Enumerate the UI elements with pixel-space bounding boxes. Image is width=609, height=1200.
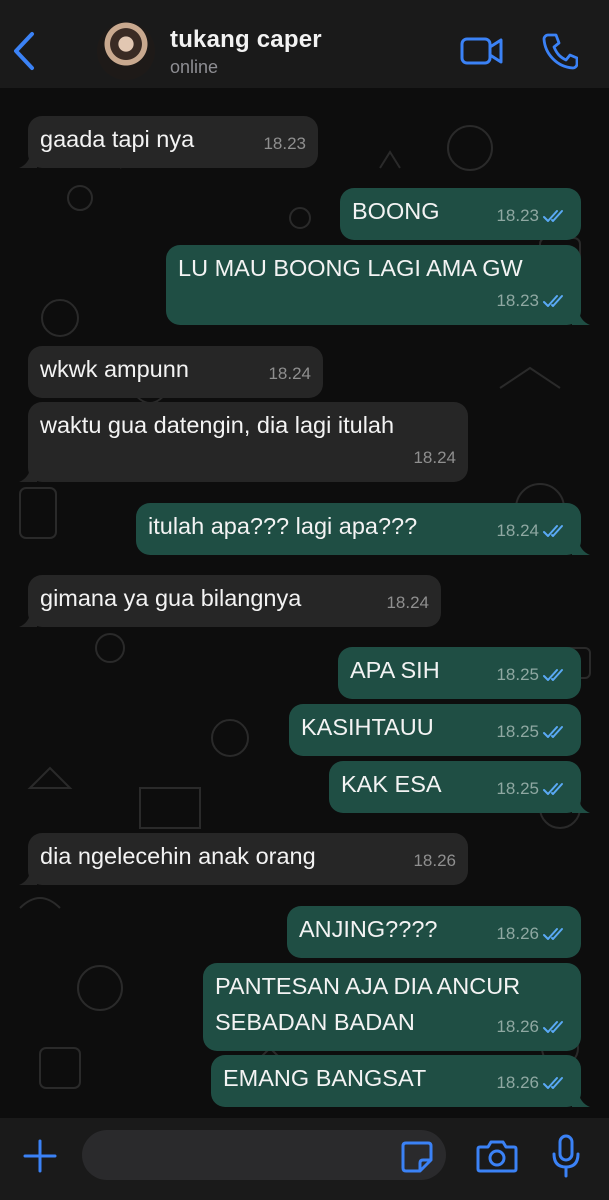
message-text: dia ngelecehin anak orang (40, 843, 316, 869)
message-meta: 18.23 (496, 283, 569, 319)
outgoing-message[interactable]: KASIHTAUU 18.25 (289, 704, 581, 756)
message-list[interactable]: gaada tapi nya 18.23 BOONG 18.23 LU MAU BOON… (0, 88, 609, 1118)
message-text: LU MAU BOONG LAGI AMA GW (178, 255, 523, 281)
message-time: 18.25 (496, 665, 539, 684)
read-ticks-icon (543, 783, 563, 795)
message-time: 18.24 (268, 364, 311, 383)
message-time: 18.26 (496, 1073, 539, 1092)
avatar[interactable] (97, 22, 155, 80)
message-meta: 18.26 (413, 843, 456, 879)
message-time: 18.26 (496, 924, 539, 943)
message-time: 18.23 (496, 206, 539, 225)
message-meta: 18.24 (413, 440, 456, 476)
back-icon[interactable] (10, 30, 40, 72)
message-time: 18.24 (413, 448, 456, 467)
message-meta: 18.26 (496, 1009, 569, 1045)
message-input[interactable] (82, 1130, 446, 1180)
outgoing-message[interactable]: ANJING???? 18.26 (287, 906, 581, 958)
message-time: 18.24 (496, 521, 539, 540)
message-time: 18.23 (263, 134, 306, 153)
contact-status: online (170, 57, 219, 77)
read-ticks-icon (543, 295, 563, 307)
read-ticks-icon (543, 525, 563, 537)
read-ticks-icon (543, 1077, 563, 1089)
bubble-tail (572, 309, 590, 325)
contact-name[interactable]: tukang caper (170, 26, 322, 54)
outgoing-message[interactable]: LU MAU BOONG LAGI AMA GW 18.23 (166, 245, 590, 325)
read-ticks-icon (543, 726, 563, 738)
message-meta: 18.25 (496, 657, 569, 693)
message-meta: 18.23 (496, 198, 569, 234)
message-time: 18.25 (496, 779, 539, 798)
message-meta: 18.26 (496, 916, 569, 952)
message-time: 18.26 (496, 1017, 539, 1036)
bubble-tail (572, 1091, 590, 1107)
read-ticks-icon (543, 669, 563, 681)
composer-bar (0, 1118, 609, 1200)
message-meta: 18.23 (263, 126, 306, 162)
camera-icon[interactable] (476, 1138, 518, 1174)
message-meta: 18.24 (496, 513, 569, 549)
bubble-tail (19, 152, 37, 168)
bubble-tail (572, 797, 590, 813)
message-text: waktu gua datengin, dia lagi itulah (40, 412, 395, 438)
bubble-tail (19, 869, 37, 885)
sticker-icon[interactable] (400, 1140, 434, 1174)
microphone-icon[interactable] (550, 1134, 582, 1178)
message-meta: 18.24 (268, 356, 311, 392)
outgoing-message[interactable]: KAK ESA 18.25 (329, 761, 590, 813)
bubble-tail (572, 539, 590, 555)
outgoing-message[interactable]: BOONG 18.23 (340, 188, 581, 240)
read-ticks-icon (543, 210, 563, 222)
outgoing-message[interactable]: APA SIH 18.25 (338, 647, 581, 699)
incoming-message[interactable]: wkwk ampunn 18.24 (28, 346, 323, 398)
incoming-message[interactable]: waktu gua datengin, dia lagi itulah 18.24 (19, 402, 468, 482)
read-ticks-icon (543, 928, 563, 940)
message-time: 18.24 (386, 593, 429, 612)
read-ticks-icon (543, 1021, 563, 1033)
chat-header: tukang caper online (0, 0, 609, 88)
message-time: 18.26 (413, 851, 456, 870)
message-meta: 18.24 (386, 585, 429, 621)
bubble-tail (19, 611, 37, 627)
video-call-icon[interactable] (460, 34, 504, 68)
incoming-message[interactable]: gaada tapi nya 18.23 (19, 116, 318, 168)
outgoing-message[interactable]: EMANG BANGSAT 18.26 (211, 1055, 590, 1107)
outgoing-message[interactable]: itulah apa??? lagi apa??? 18.24 (136, 503, 590, 555)
message-time: 18.23 (496, 291, 539, 310)
phone-icon[interactable] (542, 32, 578, 70)
message-meta: 18.25 (496, 771, 569, 807)
message-meta: 18.26 (496, 1065, 569, 1101)
message-meta: 18.25 (496, 714, 569, 750)
outgoing-message[interactable]: PANTESAN AJA DIA ANCUR SEBADAN BADAN 18.2… (203, 963, 581, 1051)
message-time: 18.25 (496, 722, 539, 741)
incoming-message[interactable]: dia ngelecehin anak orang 18.26 (19, 833, 468, 885)
bubble-tail (19, 466, 37, 482)
plus-icon[interactable] (22, 1138, 58, 1174)
incoming-message[interactable]: gimana ya gua bilangnya 18.24 (19, 575, 441, 627)
message-text: gimana ya gua bilangnya (40, 585, 302, 611)
